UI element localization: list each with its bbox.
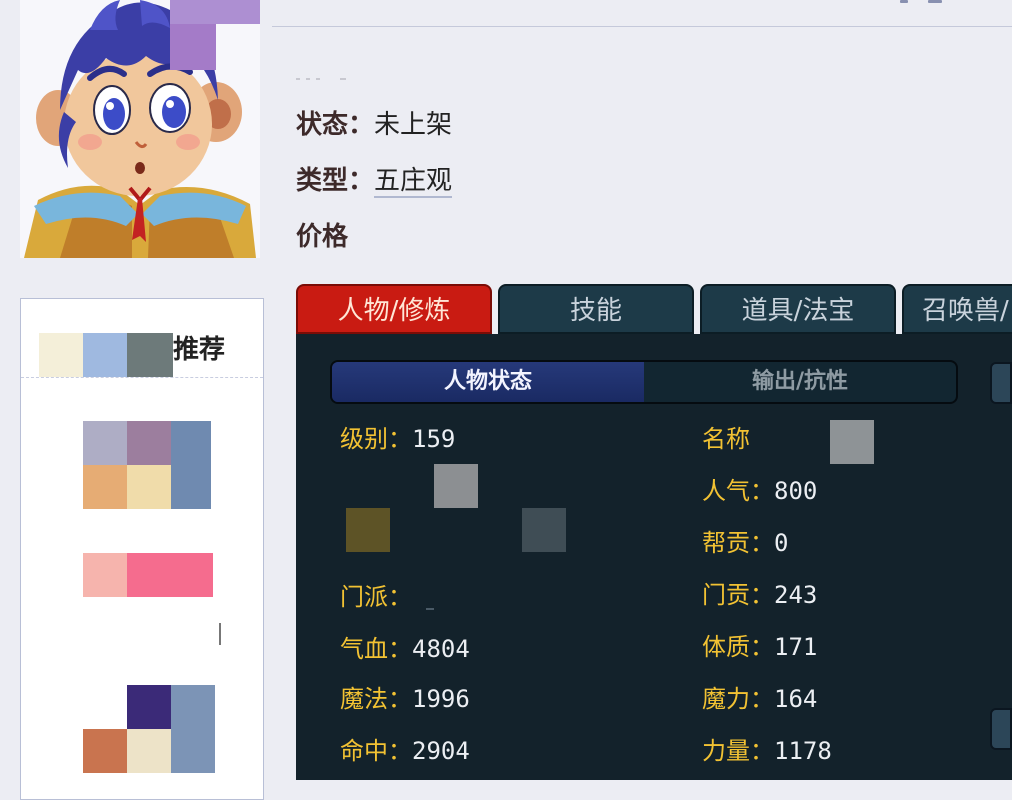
recommend-thumb[interactable] — [127, 465, 171, 509]
stat-hp: 气血：4804 — [340, 635, 470, 663]
status-label: 状态： — [296, 110, 375, 140]
stat-mp: 魔法：1996 — [340, 685, 470, 713]
stat-guild-contribution: 帮贡：0 — [702, 529, 789, 557]
stat-popularity: 人气：800 — [702, 477, 818, 505]
faint-text — [296, 78, 356, 81]
recommend-thumb[interactable] — [83, 465, 127, 509]
recommend-thumb[interactable] — [127, 685, 171, 729]
sidebar-title: 推荐 — [173, 335, 226, 365]
monkey-portrait-image — [24, 0, 256, 258]
type-row: 类型：五庄观 — [296, 166, 453, 198]
stat-constitution: 体质：171 — [702, 633, 818, 661]
subtab-bar: 人物状态 输出/抗性 — [330, 360, 958, 404]
recommend-thumb[interactable] — [83, 553, 127, 597]
redaction-block — [346, 508, 390, 552]
type-value[interactable]: 五庄观 — [374, 166, 453, 198]
price-label: 价格 — [296, 222, 349, 252]
top-divider — [272, 26, 1012, 27]
recommend-thumb[interactable] — [171, 685, 215, 773]
redaction-block — [434, 464, 478, 508]
type-label: 类型： — [296, 166, 375, 196]
recommend-swatch — [39, 333, 83, 377]
sidebar-divider — [21, 377, 263, 378]
character-avatar — [20, 0, 260, 258]
stat-sect-contribution: 门贡：243 — [702, 581, 818, 609]
panel-side-button[interactable] — [990, 708, 1012, 750]
tab-skills[interactable]: 技能 — [498, 284, 694, 334]
recommend-thumb[interactable] — [83, 421, 127, 465]
tab-character-cultivation[interactable]: 人物/修炼 — [296, 284, 492, 334]
stat-name: 名称 — [702, 425, 750, 453]
stat-level: 级别：159 — [340, 425, 456, 453]
redaction-block — [830, 420, 874, 464]
stat-hit: 命中：2904 — [340, 737, 470, 765]
status-row: 状态：未上架 — [296, 110, 452, 140]
character-panel: 人物状态 输出/抗性 级别：159 门派： 气血：4804 魔法：1996 命中… — [296, 334, 1012, 780]
panel-side-button[interactable] — [990, 362, 1012, 404]
stat-sect: 门派： — [340, 583, 412, 611]
stat-strength: 力量：1178 — [702, 737, 832, 765]
status-value: 未上架 — [374, 110, 453, 140]
redaction-block — [522, 508, 566, 552]
sect-smudge — [426, 608, 434, 610]
subtab-output-resistance[interactable]: 输出/抗性 — [644, 362, 956, 402]
stat-magic-power: 魔力：164 — [702, 685, 818, 713]
avatar-blur-patch — [170, 24, 216, 70]
recommend-thumb[interactable] — [127, 553, 213, 597]
recommend-thumb[interactable] — [127, 421, 171, 465]
tab-items-treasures[interactable]: 道具/法宝 — [700, 284, 896, 334]
recommend-thumb[interactable] — [171, 421, 211, 509]
recommend-thumb[interactable] — [83, 729, 127, 773]
recommend-thumb[interactable] — [127, 729, 171, 773]
recommend-swatch — [127, 333, 173, 377]
recommend-swatch — [83, 333, 127, 377]
subtab-character-status[interactable]: 人物状态 — [332, 362, 644, 402]
tab-summoned-beasts[interactable]: 召唤兽/ — [902, 284, 1012, 334]
sidebar-tick — [219, 623, 221, 645]
recommend-sidebar: 推荐 — [20, 298, 264, 800]
price-row: 价格 — [296, 222, 348, 252]
avatar-blur-patch — [170, 0, 260, 24]
top-edge-mark — [898, 0, 948, 4]
